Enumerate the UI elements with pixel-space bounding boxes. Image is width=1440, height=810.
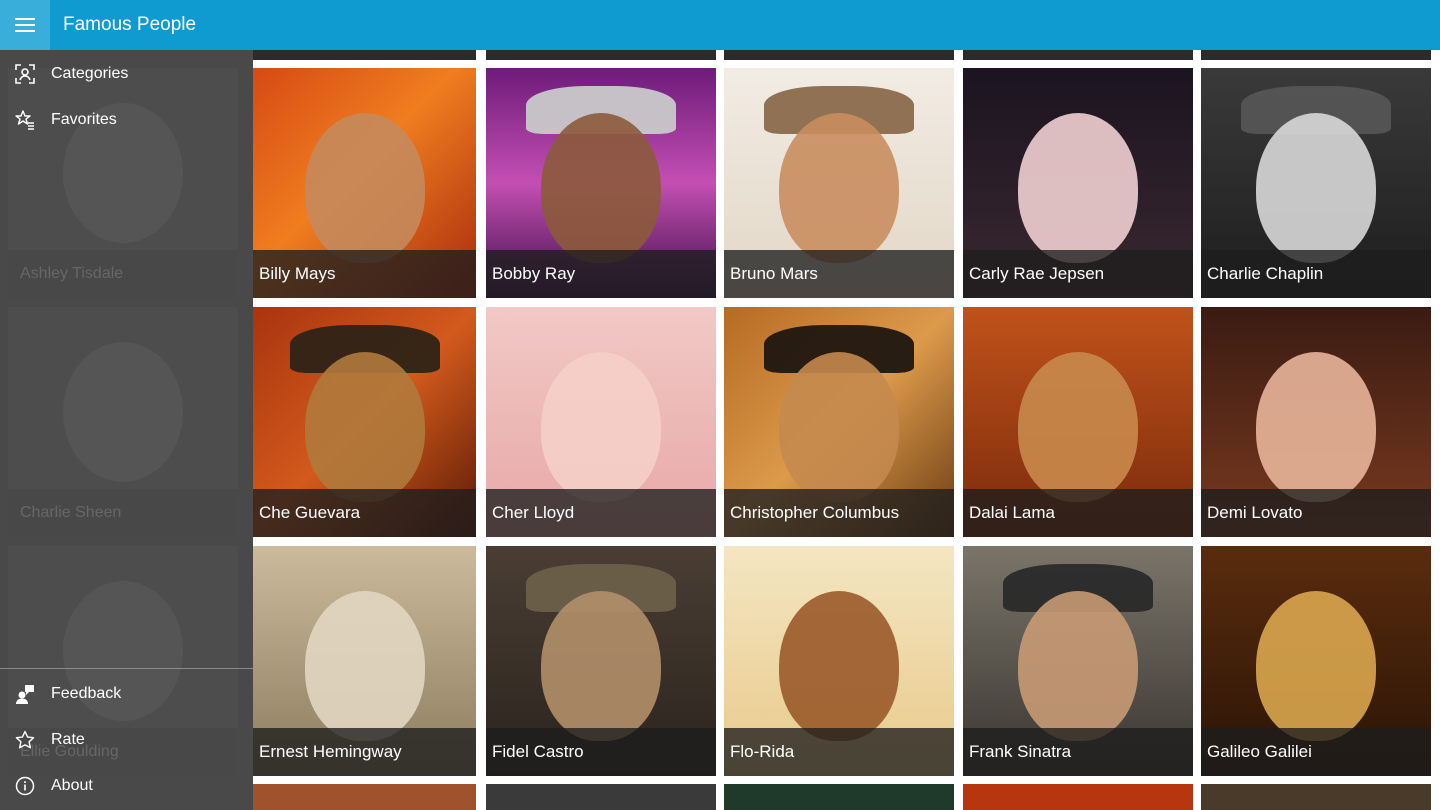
person-tile[interactable]: Bruno Mars [724,68,954,298]
person-name: Bruno Mars [724,250,954,298]
row-strip-top [253,50,476,60]
nav-item-feedback[interactable]: Feedback [0,672,253,716]
person-tile[interactable]: Christopher Columbus [724,307,954,537]
navigation-pane: Ashley Tisdale Charlie Sheen Ellie Gould… [0,50,253,810]
nav-item-rate[interactable]: Rate [0,718,253,762]
nav-item-categories[interactable]: Categories [0,52,253,96]
app-title: Famous People [63,14,197,35]
nav-item-label: Favorites [51,111,117,128]
categories-icon [0,52,50,96]
person-tile[interactable]: Cher Lloyd [486,307,716,537]
feedback-icon [0,672,50,716]
row-strip-bottom [963,784,1193,810]
person-name: Charlie Chaplin [1201,250,1431,298]
person-tile[interactable]: Billy Mays [253,68,476,298]
person-name: Cher Lloyd [486,489,716,537]
nav-item-label: Rate [51,731,85,748]
row-strip-top [724,50,954,60]
person-name: Dalai Lama [963,489,1193,537]
person-name: Flo-Rida [724,728,954,776]
row-strip-top [1201,50,1431,60]
person-name: Billy Mays [253,250,476,298]
nav-item-label: About [51,777,93,794]
person-tile[interactable]: Galileo Galilei [1201,546,1431,776]
person-name: Fidel Castro [486,728,716,776]
hamburger-icon [15,18,35,32]
title-bar: Famous People [0,0,1440,50]
nav-item-about[interactable]: About [0,764,253,808]
person-tile[interactable]: Charlie Chaplin [1201,68,1431,298]
rate-icon [0,718,50,762]
row-strip-bottom [1201,784,1431,810]
person-name: Christopher Columbus [724,489,954,537]
row-strip-bottom [724,784,954,810]
nav-item-label: Categories [51,65,129,82]
favorites-icon [0,98,50,142]
person-tile[interactable]: Bobby Ray [486,68,716,298]
ghost-tile-name: Charlie Sheen [8,489,238,537]
row-strip-bottom [253,784,476,810]
person-tile[interactable]: Ernest Hemingway [253,546,476,776]
person-name: Bobby Ray [486,250,716,298]
person-tile[interactable]: Demi Lovato [1201,307,1431,537]
person-name: Galileo Galilei [1201,728,1431,776]
row-strip-top [963,50,1193,60]
nav-divider [0,668,253,669]
ghost-tile: Charlie Sheen [8,307,238,537]
person-name: Frank Sinatra [963,728,1193,776]
person-name: Carly Rae Jepsen [963,250,1193,298]
person-tile[interactable]: Dalai Lama [963,307,1193,537]
person-tile[interactable]: Flo-Rida [724,546,954,776]
row-strip-top [486,50,716,60]
person-name: Demi Lovato [1201,489,1431,537]
about-icon [0,764,50,808]
nav-item-label: Feedback [51,685,122,702]
person-tile[interactable]: Fidel Castro [486,546,716,776]
person-name: Che Guevara [253,489,476,537]
person-tile[interactable]: Carly Rae Jepsen [963,68,1193,298]
person-name: Ernest Hemingway [253,728,476,776]
ghost-tile-name: Ashley Tisdale [8,250,238,298]
person-tile[interactable]: Frank Sinatra [963,546,1193,776]
row-strip-bottom [486,784,716,810]
hamburger-menu-button[interactable] [0,0,50,50]
nav-item-favorites[interactable]: Favorites [0,98,253,142]
person-tile[interactable]: Che Guevara [253,307,476,537]
